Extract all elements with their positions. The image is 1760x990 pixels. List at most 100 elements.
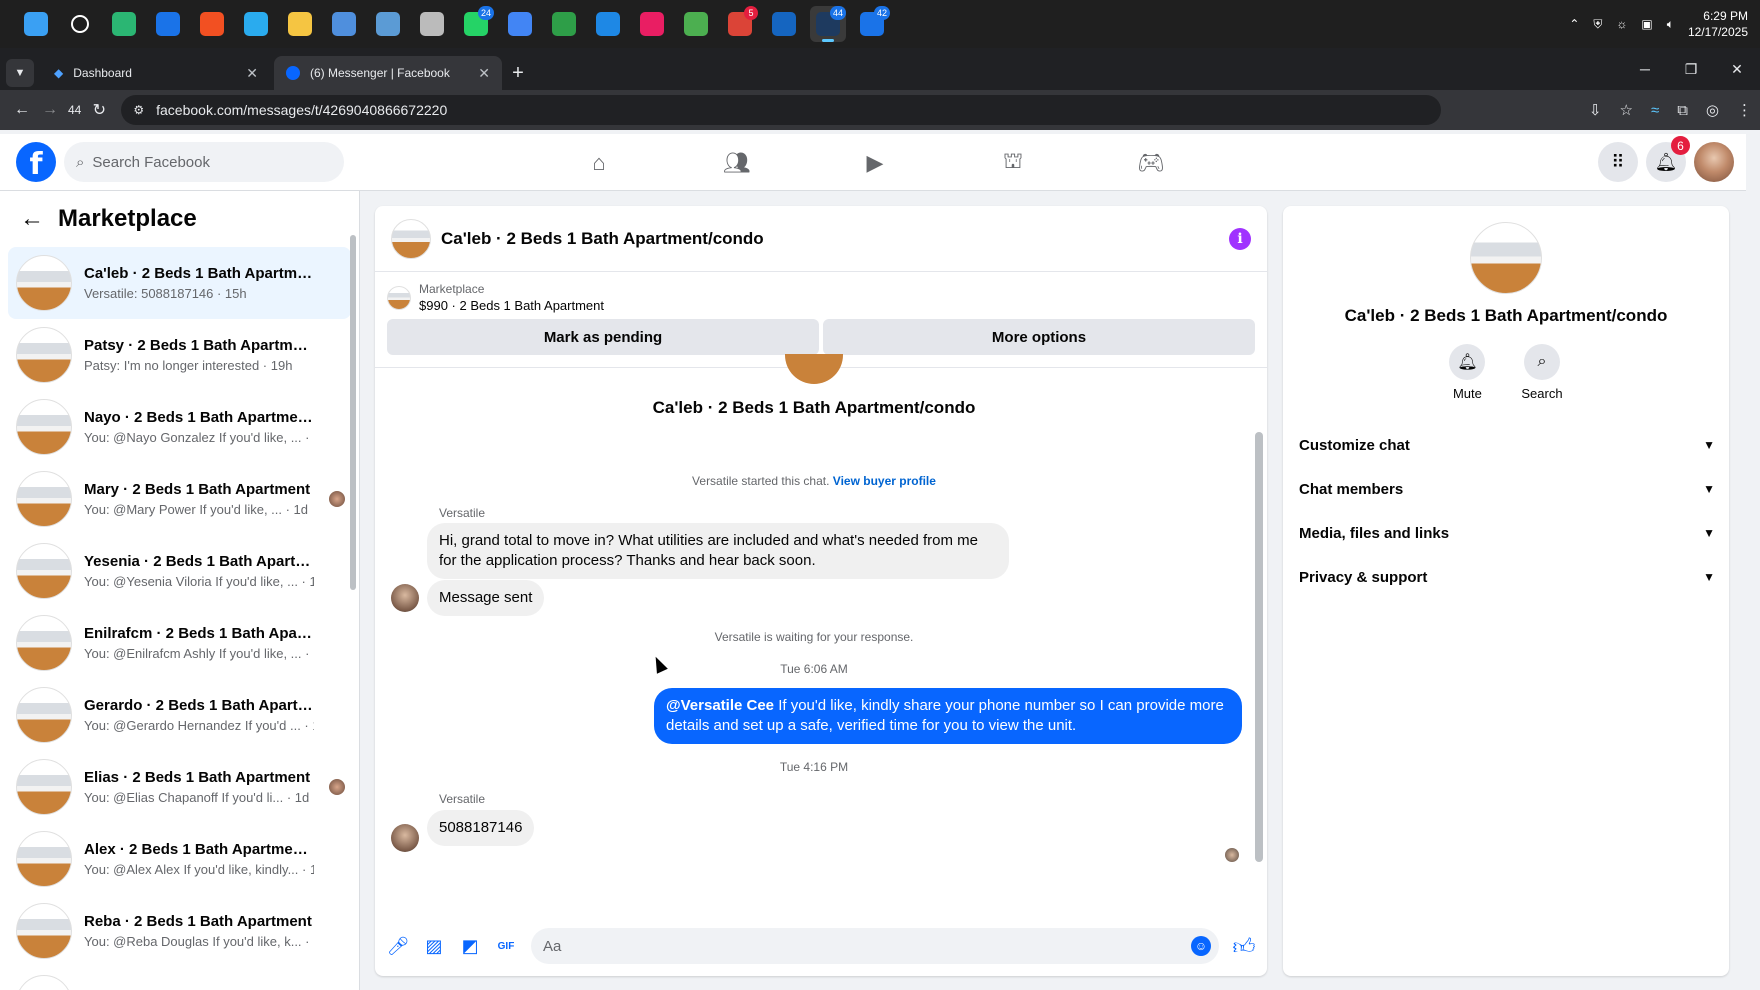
tab-search-chevron-icon[interactable]: ▼ <box>6 59 34 87</box>
store-icon[interactable] <box>194 6 230 42</box>
sticker-icon[interactable]: ◩ <box>459 935 481 957</box>
chevron-up-icon[interactable]: ⌃ <box>1569 17 1579 31</box>
windows-start-icon[interactable] <box>18 6 54 42</box>
chrome-alt-icon[interactable] <box>502 6 538 42</box>
conversation-item[interactable]: Elias · 2 Beds 1 Bath Apartment You: @Eli… <box>8 751 351 823</box>
section-chat-members[interactable]: Chat members ▼ <box>1299 467 1715 511</box>
address-bar[interactable]: ⚙ facebook.com/messages/t/42690408666722… <box>121 95 1442 125</box>
conversation-item[interactable]: Alex · 2 Beds 1 Bath Apartment/... You: @… <box>8 823 351 895</box>
security-icon[interactable]: ⛨ <box>1593 17 1602 32</box>
home-icon[interactable]: ⌂ <box>530 134 668 191</box>
scrollbar-thumb[interactable] <box>350 235 356 590</box>
microphone-icon[interactable]: 🎤︎ <box>387 935 410 957</box>
info-icon[interactable]: i <box>1229 227 1251 250</box>
volume-icon[interactable]: 🔈︎ <box>1667 17 1674 32</box>
chat-avatar[interactable] <box>391 218 431 259</box>
install-icon[interactable]: ⇩ <box>1589 101 1602 119</box>
conversation-item[interactable]: Gerardo · 2 Beds 1 Bath Apartm... You: @G… <box>8 679 351 751</box>
conversation-item[interactable]: Reba · 2 Beds 1 Bath Apartment You: @Reba… <box>8 895 351 967</box>
gif-icon[interactable]: GIF <box>495 935 517 957</box>
search-button[interactable]: ⌕ Search <box>1521 344 1563 401</box>
search-icon[interactable] <box>62 6 98 42</box>
view-buyer-profile-link[interactable]: View buyer profile <box>833 474 936 488</box>
gaming-icon[interactable]: 🎮︎ <box>1082 134 1220 191</box>
conversation-item[interactable]: Angel · 2 Beds 1 Bath Apartm... <box>8 967 351 990</box>
site-info-icon[interactable]: ⚙ <box>133 103 144 117</box>
chrome-icon[interactable]: 5 <box>722 6 758 42</box>
facebook-search-input[interactable]: ⌕ Search Facebook <box>64 142 344 182</box>
more-options-button[interactable]: More options <box>823 319 1255 355</box>
sender-avatar[interactable] <box>391 584 419 612</box>
close-icon[interactable]: ✕ <box>478 65 490 82</box>
tab-messenger[interactable]: (6) Messenger | Facebook ✕ <box>274 56 502 90</box>
clock[interactable]: 6:29 PM 12/17/2025 <box>1688 8 1748 40</box>
back-arrow-icon[interactable]: ← <box>8 101 36 119</box>
incoming-message[interactable]: 5088187146 <box>427 810 535 846</box>
restore-icon[interactable]: ❐ <box>1668 61 1714 78</box>
emoji-icon[interactable]: ☺ <box>1191 936 1211 956</box>
thumbs-up-icon[interactable]: 👍︎ <box>1233 934 1256 959</box>
whatsapp-icon[interactable]: 24 <box>458 6 494 42</box>
menu-grid-icon[interactable]: ⠿ <box>1598 142 1638 182</box>
listing-row[interactable]: Marketplace $990 · 2 Beds 1 Bath Apartme… <box>387 282 1255 313</box>
notifications-bell-icon[interactable]: 🔔︎ 6 <box>1646 136 1690 182</box>
menu-dots-icon[interactable]: ⋮ <box>1737 101 1752 119</box>
conversation-item[interactable]: Patsy · 2 Beds 1 Bath Apartment Patsy: I'… <box>8 319 351 391</box>
new-tab-button[interactable]: + <box>502 56 534 90</box>
conversation-item[interactable]: Mary · 2 Beds 1 Bath Apartment You: @Mary… <box>8 463 351 535</box>
chrome-profile-icon[interactable]: 44 <box>810 6 846 42</box>
incoming-message[interactable]: Message sent <box>427 580 545 616</box>
profile-icon[interactable]: ◎ <box>1706 101 1719 119</box>
tab-dashboard[interactable]: ◆ Dashboard ✕ <box>42 56 270 90</box>
outlook-icon[interactable] <box>150 6 186 42</box>
mute-button[interactable]: 🔔︎ Mute <box>1449 344 1486 401</box>
message-input[interactable]: Aa ☺ <box>531 928 1219 964</box>
facebook-logo-icon[interactable]: f <box>16 142 56 182</box>
chat-scrollbar[interactable] <box>1255 372 1263 912</box>
incoming-message[interactable]: Hi, grand total to move in? What utiliti… <box>427 523 1009 579</box>
conversation-item[interactable]: Enilrafcm · 2 Beds 1 Bath Apart... You: @… <box>8 607 351 679</box>
brightness-icon[interactable]: ☼ <box>1616 17 1627 31</box>
conversation-item[interactable]: Yesenia · 2 Beds 1 Bath Apartme... You: @… <box>8 535 351 607</box>
back-arrow-icon[interactable]: ← <box>20 205 44 233</box>
section-media-files-links[interactable]: Media, files and links ▼ <box>1299 511 1715 555</box>
extension-wave-icon[interactable]: ≈ <box>1651 102 1659 119</box>
lock-app-icon[interactable] <box>546 6 582 42</box>
mention[interactable]: @Versatile Cee <box>666 697 774 714</box>
outgoing-message[interactable]: @Versatile Cee If you'd like, kindly sha… <box>654 688 1242 744</box>
forward-arrow-icon[interactable]: → <box>36 101 64 119</box>
sender-avatar[interactable] <box>391 824 419 852</box>
infinity-icon[interactable] <box>678 6 714 42</box>
video-icon[interactable]: ▶ <box>806 134 944 191</box>
mark-as-pending-button[interactable]: Mark as pending <box>387 319 819 355</box>
friends-icon[interactable]: 👥︎ <box>668 134 806 191</box>
section-customize-chat[interactable]: Customize chat ▼ <box>1299 423 1715 467</box>
network-icon[interactable]: ▣ <box>1641 17 1652 31</box>
section-privacy-support[interactable]: Privacy & support ▼ <box>1299 555 1715 599</box>
photo-icon[interactable]: ▨ <box>423 935 445 957</box>
scrollbar-thumb[interactable] <box>1255 432 1263 862</box>
extensions-puzzle-icon[interactable]: ⧉ <box>1677 102 1688 119</box>
sail-icon[interactable] <box>590 6 626 42</box>
app-icon[interactable] <box>414 6 450 42</box>
conversation-item[interactable]: Ca'leb · 2 Beds 1 Bath Apartmen... Versat… <box>8 247 351 319</box>
account-avatar[interactable] <box>1694 142 1734 182</box>
details-avatar[interactable] <box>1470 222 1542 294</box>
color-wheel-icon[interactable] <box>634 6 670 42</box>
telegram-icon[interactable] <box>238 6 274 42</box>
bookmark-star-icon[interactable]: ☆ <box>1620 101 1633 119</box>
close-window-icon[interactable]: ✕ <box>1714 61 1760 78</box>
sidebar-scrollbar[interactable] <box>349 225 357 985</box>
page-scrollbar[interactable] <box>1746 134 1760 990</box>
notepad-icon[interactable] <box>326 6 362 42</box>
minimize-icon[interactable]: ─ <box>1622 61 1668 77</box>
edge-icon[interactable] <box>106 6 142 42</box>
close-icon[interactable]: ✕ <box>246 65 258 82</box>
marketplace-icon[interactable]: ⛫ <box>944 134 1082 191</box>
conversation-item[interactable]: Nayo · 2 Beds 1 Bath Apartment... You: @N… <box>8 391 351 463</box>
sail-icon-2[interactable] <box>766 6 802 42</box>
chrome-profile-icon-2[interactable]: 42 <box>854 6 890 42</box>
remote-icon[interactable] <box>370 6 406 42</box>
reload-icon[interactable]: ↻ <box>85 100 113 120</box>
folder-icon[interactable] <box>282 6 318 42</box>
